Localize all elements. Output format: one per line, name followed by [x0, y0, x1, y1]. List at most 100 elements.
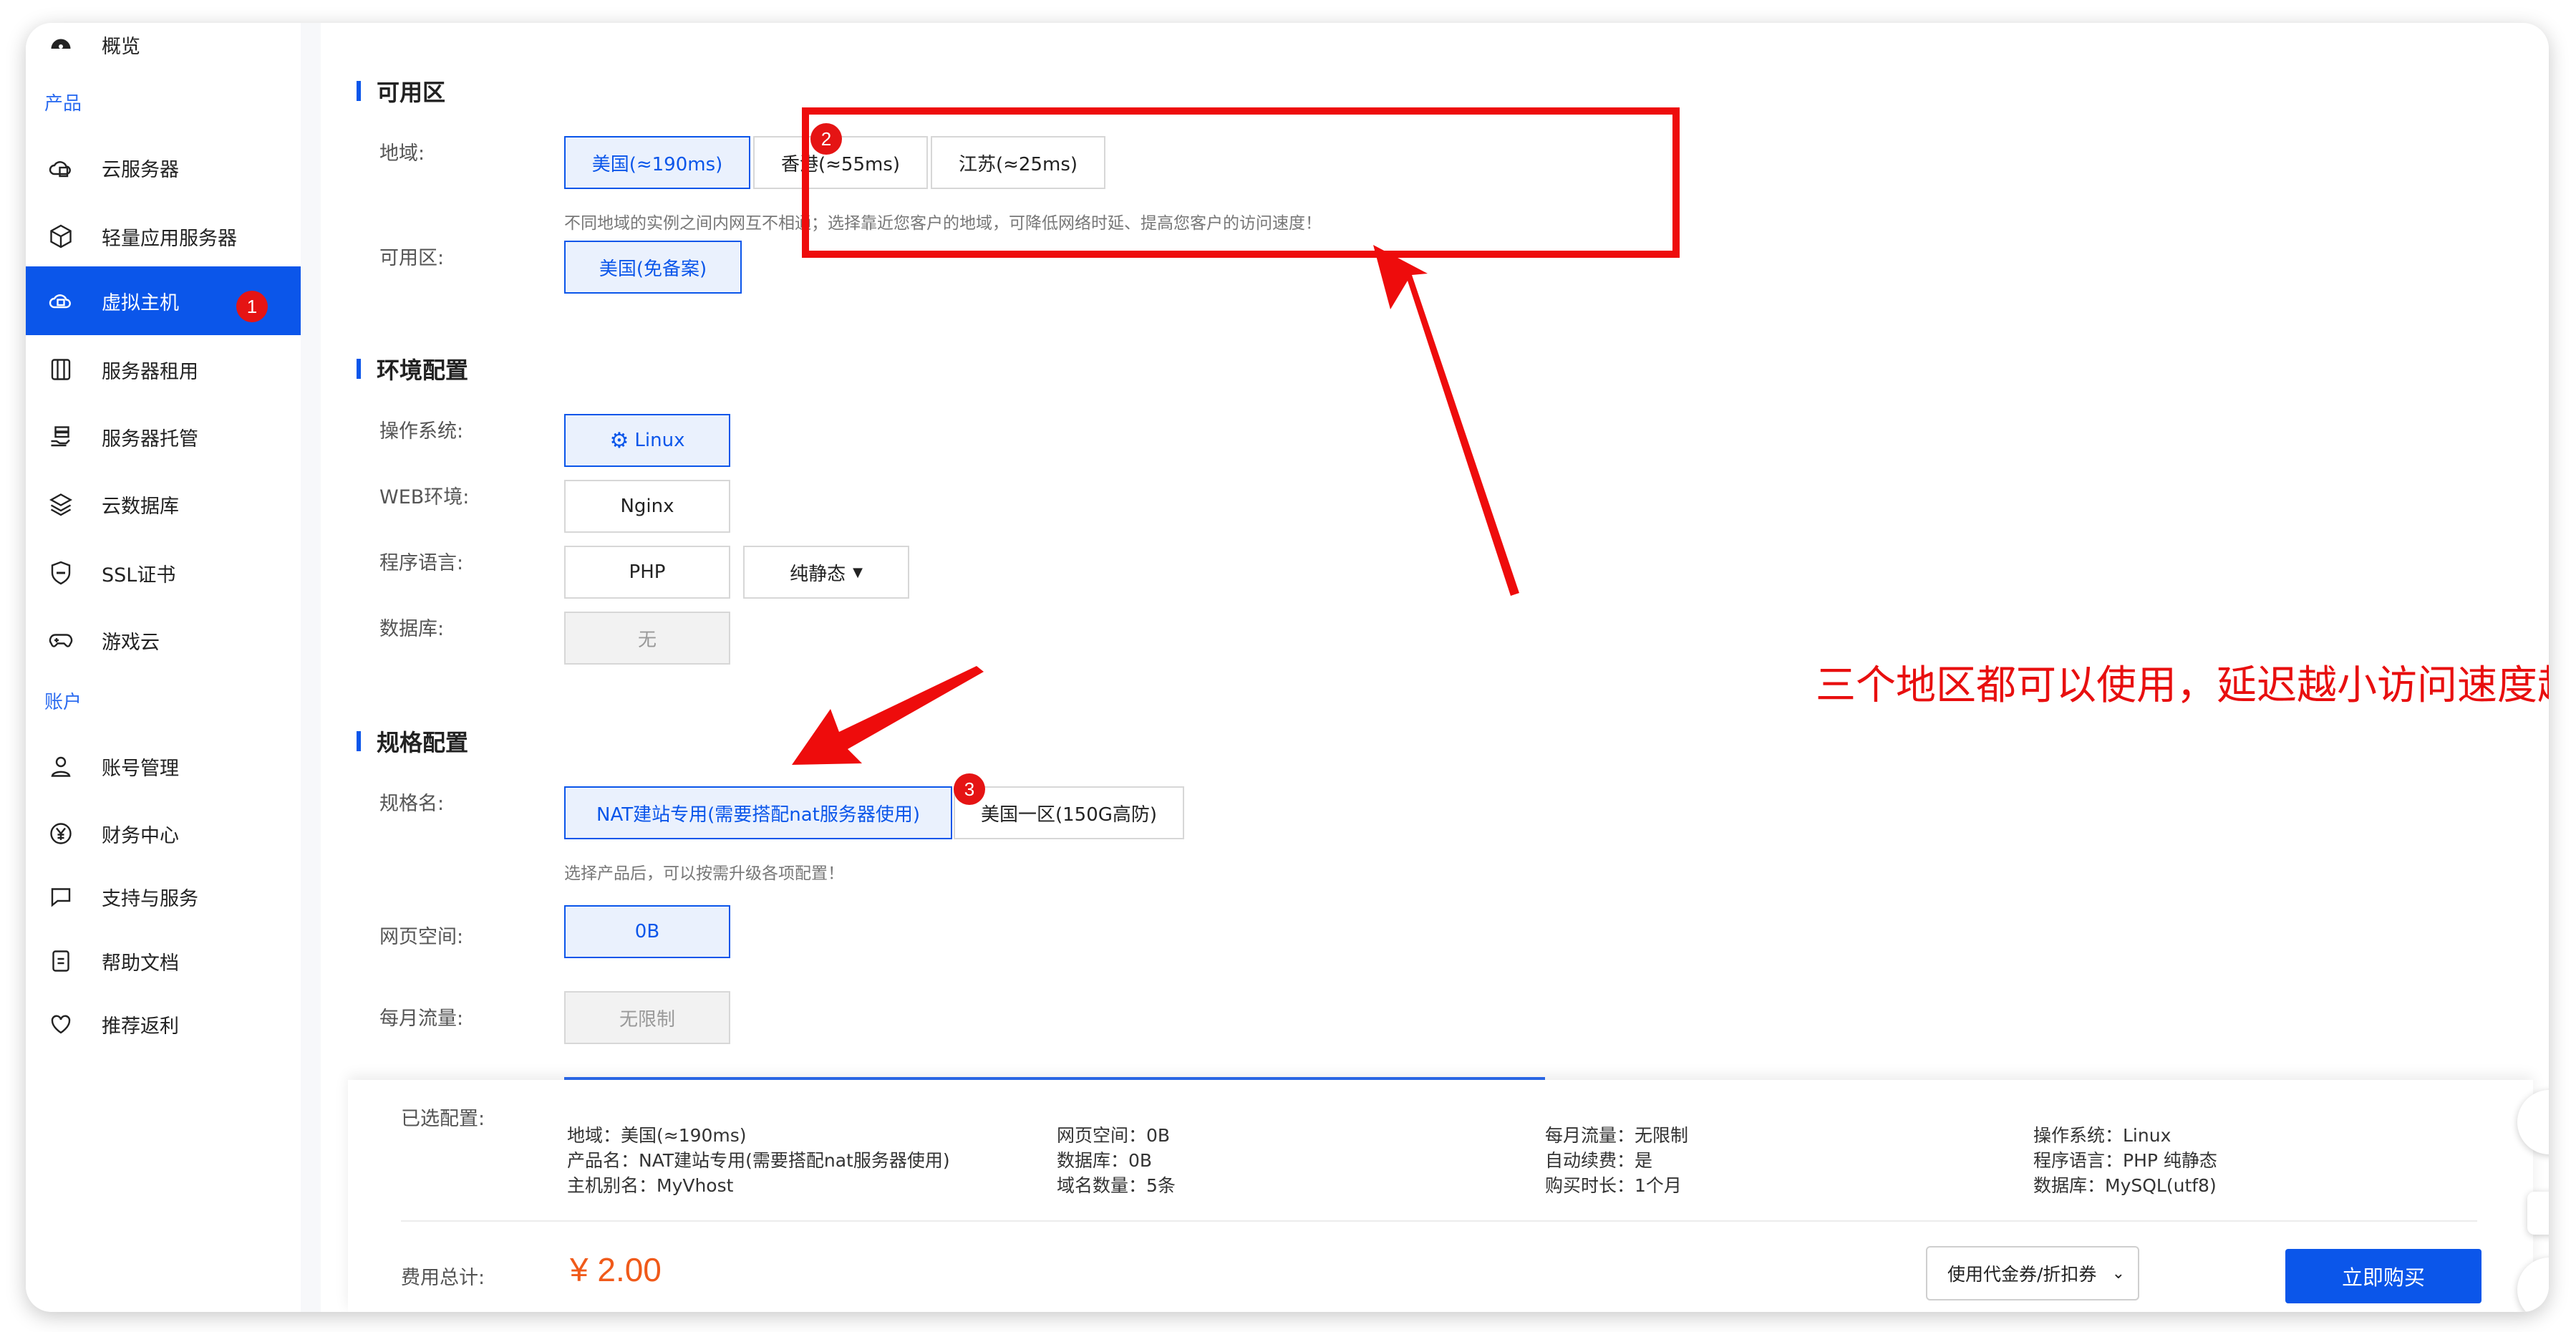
heart-icon: [46, 1009, 76, 1039]
space-label: 网页空间:: [379, 926, 464, 948]
yen-icon: [46, 819, 76, 849]
lang-version-label: 纯静态: [790, 563, 846, 585]
coupon-select-value: 使用代金券/折扣券: [1947, 1264, 2097, 1285]
traffic-option-unlimited[interactable]: 无限制: [564, 991, 730, 1044]
web-option-nginx[interactable]: Nginx: [564, 480, 730, 533]
os-option-linux[interactable]: ⚙ Linux: [564, 414, 730, 467]
chevron-down-icon: ⌄: [2111, 1264, 2125, 1283]
summary-auto-renew: 自动续费：是: [1545, 1150, 1653, 1171]
section-title-spec: 规格配置: [357, 725, 468, 758]
annotation-highlight-box: [802, 107, 1680, 258]
annotation-badge-3: 3: [954, 773, 985, 805]
sidebar-section-products: 产品: [44, 93, 82, 115]
summary-product: 产品名：NAT建站专用(需要搭配nat服务器使用): [567, 1150, 950, 1171]
cube-icon: [46, 221, 76, 251]
annotation-badge-1: 1: [236, 291, 268, 322]
hand-server-icon: [46, 422, 76, 452]
region-label: 地域:: [379, 143, 425, 165]
caret-down-icon: ▼: [853, 564, 863, 580]
app-window: 概览 产品 云服务器 轻量应用服务器 虚拟主机 服务器租用 服务器托管 云数据库…: [26, 23, 2549, 1312]
sidebar-item-label: 云数据库: [102, 495, 179, 518]
sidebar-item-label: 服务器托管: [102, 428, 198, 450]
sidebar-item-cloud-database[interactable]: 云数据库: [26, 470, 301, 539]
zone-option-us[interactable]: 美国(免备案): [564, 241, 742, 294]
gamepad-icon: [46, 625, 76, 655]
sidebar-item-label: 虚拟主机: [102, 291, 179, 314]
os-option-label: Linux: [634, 430, 685, 451]
sidebar-item-support[interactable]: 支持与服务: [26, 862, 301, 931]
dashboard-icon: [46, 29, 76, 59]
chat-bubble-icon: [46, 882, 76, 912]
sidebar-item-label: SSL证书: [102, 564, 176, 587]
spec-option-us1[interactable]: 美国一区(150G高防): [954, 786, 1184, 839]
section-title-environment: 环境配置: [357, 352, 468, 385]
annotation-text: 三个地区都可以使用，延迟越小访问速度越快: [1816, 662, 2549, 709]
region-option-us[interactable]: 美国(≈190ms): [564, 136, 750, 189]
sidebar-section-account: 账户: [44, 692, 82, 713]
summary-region: 地域：美国(≈190ms): [567, 1125, 747, 1146]
sidebar-item-referral[interactable]: 推荐返利: [26, 990, 301, 1058]
sidebar-item-finance[interactable]: 财务中心: [26, 799, 301, 868]
sidebar-item-label: 云服务器: [102, 158, 179, 181]
sidebar-item-label: 帮助文档: [102, 952, 179, 975]
summary-divider: [401, 1220, 2477, 1222]
summary-col-3: 每月流量：无限制 自动续费：是 购买时长：1个月: [1545, 1123, 1688, 1198]
space-option-0b[interactable]: 0B: [564, 905, 730, 958]
sidebar-item-label: 推荐返利: [102, 1015, 179, 1038]
sidebar-item-label: 服务器租用: [102, 360, 198, 383]
sidebar-item-label: 概览: [102, 35, 140, 58]
sidebar-item-label: 财务中心: [102, 824, 179, 847]
buy-now-button[interactable]: 立即购买: [2285, 1249, 2481, 1303]
spec-name-label: 规格名:: [379, 793, 445, 815]
user-icon: [46, 751, 76, 781]
summary-space: 网页空间：0B: [1057, 1125, 1171, 1146]
summary-alias: 主机别名：MyVhost: [567, 1175, 734, 1196]
summary-traffic: 每月流量：无限制: [1545, 1125, 1689, 1146]
spec-hint: 选择产品后，可以按需升级各项配置！: [564, 864, 844, 883]
zone-label: 可用区:: [379, 247, 445, 269]
summary-duration: 购买时长：1个月: [1545, 1175, 1682, 1196]
virtual-host-icon: [46, 286, 76, 316]
sidebar-item-game-cloud[interactable]: 游戏云: [26, 606, 301, 675]
spec-option-nat[interactable]: NAT建站专用(需要搭配nat服务器使用): [564, 786, 952, 839]
sidebar-item-server-hosting[interactable]: 服务器托管: [26, 402, 301, 471]
lang-label: 程序语言:: [379, 552, 464, 574]
os-label: 操作系统:: [379, 420, 464, 443]
sidebar-item-label: 轻量应用服务器: [102, 227, 237, 250]
lang-option-php[interactable]: PHP: [564, 546, 730, 599]
db-label: 数据库:: [379, 618, 445, 640]
summary-col-2: 网页空间：0B 数据库：0B 域名数量：5条: [1057, 1123, 1176, 1198]
sidebar-item-label: 游戏云: [102, 631, 160, 654]
document-icon: [46, 946, 76, 976]
section-title-availability: 可用区: [357, 74, 445, 107]
sidebar-item-ssl[interactable]: SSL证书: [26, 539, 301, 607]
summary-os: 操作系统：Linux: [2033, 1125, 2171, 1146]
summary-db: 数据库：MySQL(utf8): [2033, 1175, 2217, 1196]
summary-lang: 程序语言：PHP 纯静态: [2033, 1150, 2217, 1171]
sidebar-item-overview[interactable]: 概览: [26, 23, 301, 66]
sidebar-item-light-server[interactable]: 轻量应用服务器: [26, 202, 301, 271]
selected-config-label: 已选配置:: [401, 1108, 485, 1130]
order-summary-panel: 已选配置: 地域：美国(≈190ms) 产品名：NAT建站专用(需要搭配nat服…: [348, 1080, 2533, 1312]
summary-database: 数据库：0B: [1057, 1150, 1153, 1171]
server-rack-icon: [46, 354, 76, 385]
traffic-label: 每月流量:: [379, 1008, 464, 1030]
feedback-float-icon[interactable]: [2527, 1192, 2549, 1235]
web-label: WEB环境:: [379, 486, 470, 508]
lang-version-dropdown[interactable]: 纯静态 ▼: [743, 546, 909, 599]
sidebar-item-label: 支持与服务: [102, 887, 198, 910]
sidebar-item-server-rental[interactable]: 服务器租用: [26, 335, 301, 404]
summary-col-1: 地域：美国(≈190ms) 产品名：NAT建站专用(需要搭配nat服务器使用) …: [567, 1123, 950, 1198]
gear-icon: ⚙: [609, 428, 629, 453]
sidebar-item-label: 账号管理: [102, 757, 179, 780]
layers-icon: [46, 489, 76, 519]
coupon-select[interactable]: 使用代金券/折扣券 ⌄: [1926, 1246, 2139, 1300]
sidebar-item-account-management[interactable]: 账号管理: [26, 732, 301, 801]
summary-domains: 域名数量：5条: [1057, 1175, 1176, 1196]
cloud-server-icon: [46, 153, 76, 183]
sidebar-item-help-docs[interactable]: 帮助文档: [26, 927, 301, 995]
shield-icon: [46, 558, 76, 588]
total-price: ¥ 2.00: [570, 1251, 662, 1288]
sidebar-item-cloud-server[interactable]: 云服务器: [26, 133, 301, 202]
db-option-none[interactable]: 无: [564, 612, 730, 665]
